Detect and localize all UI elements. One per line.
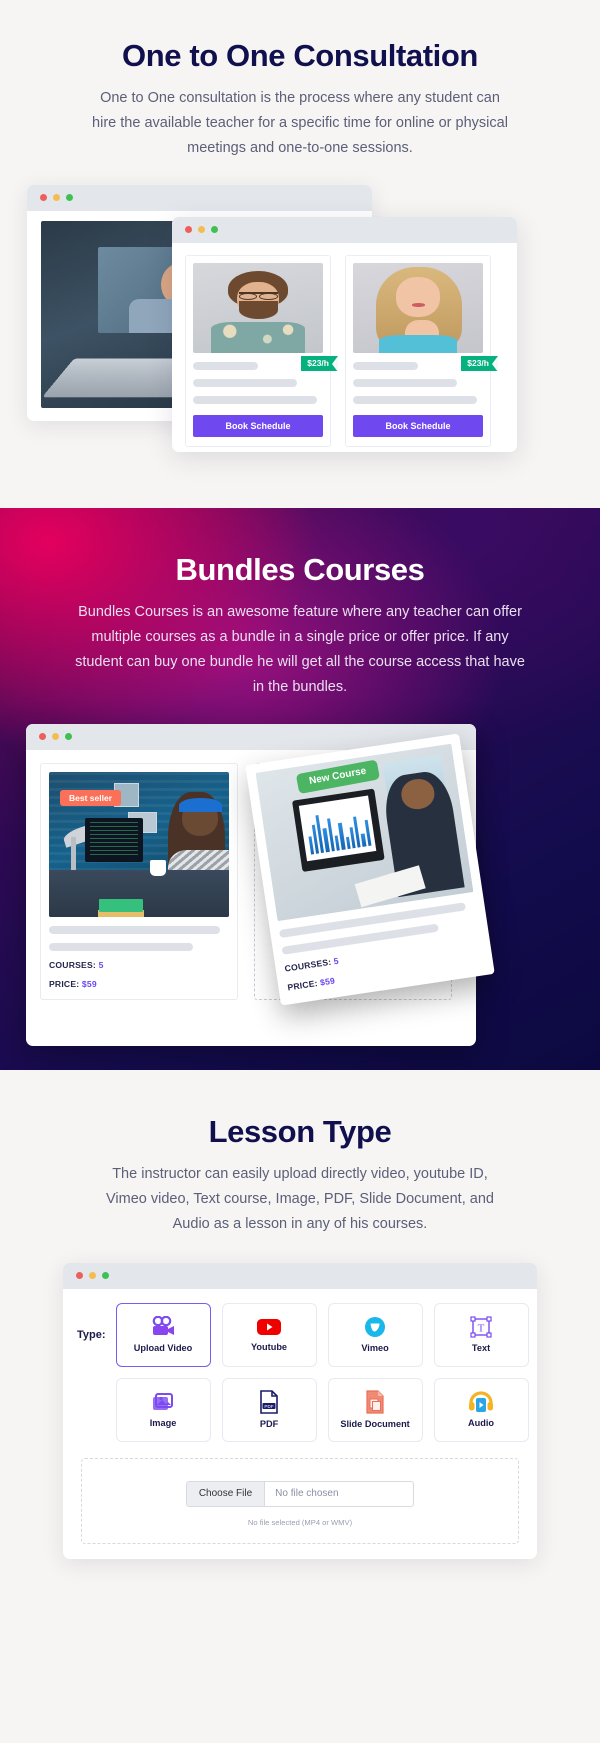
teacher-card[interactable]: $23/h Book Schedule [185,254,338,447]
placeholder-line [353,361,418,370]
bundle-price: PRICE: $59 [49,979,229,989]
window-maximize-dot[interactable] [211,226,218,234]
video-camera-icon [150,1316,176,1338]
placeholder-line [353,378,457,387]
lesson-type-tile-text[interactable]: T Text [433,1302,529,1367]
window-close-dot[interactable] [185,226,192,234]
lesson-type-section: Lesson Type The instructor can easily up… [0,1070,600,1743]
bundle-card[interactable]: Best seller COURSES: 5 PRICE: $59 [40,762,238,1000]
teacher-avatar [193,262,323,353]
window-title-bar [63,1262,537,1289]
slide-document-icon [365,1390,385,1414]
teachers-browser-window: $23/h Book Schedule $23/h Book Schedule [172,216,517,452]
consultation-mockup: $23/h Book Schedule $23/h Book Schedule [0,184,600,465]
placeholder-line [193,361,258,370]
price-label: PRICE: [286,977,319,993]
teacher-card[interactable]: $23/h Book Schedule [345,254,498,447]
best-seller-badge: Best seller [60,789,121,807]
lesson-type-tile-audio[interactable]: Audio [433,1377,529,1442]
svg-text:PDF: PDF [264,1404,273,1409]
book-schedule-button[interactable]: Book Schedule [353,414,483,437]
type-label: Type: [77,1328,106,1341]
bundles-description: Bundles Courses is an awesome feature wh… [75,604,525,695]
image-icon [151,1391,175,1413]
placeholder-line [49,942,193,951]
placeholder-line [193,378,297,387]
placeholder-line [193,395,317,404]
lesson-type-tile-vimeo[interactable]: Vimeo [327,1302,423,1367]
tile-label: Text [471,1343,491,1354]
teacher-avatar [353,262,483,353]
courses-value: 5 [98,959,104,970]
lesson-type-tile-upload-video[interactable]: Upload Video [115,1302,211,1367]
bundle-card-new-course[interactable]: New Course COURSES: 5 PRICE: $59 [245,733,495,1006]
tile-label: Image [149,1418,177,1429]
lesson-type-description: The instructor can easily upload directl… [106,1166,494,1232]
tile-label: Upload Video [133,1343,193,1354]
window-minimize-dot[interactable] [52,733,59,741]
file-input[interactable]: Choose File No file chosen [185,1480,415,1507]
placeholder-line [49,925,220,934]
courses-label: COURSES: [283,956,332,974]
courses-label: COURSES: [49,959,96,970]
lesson-type-tile-youtube[interactable]: Youtube [221,1302,317,1367]
lesson-type-tile-pdf[interactable]: PDF PDF [221,1377,317,1442]
price-value: $59 [81,978,97,989]
window-close-dot[interactable] [40,194,47,202]
courses-value: 5 [333,955,340,967]
bundle-courses-count: COURSES: 5 [49,960,229,970]
tile-label: PDF [259,1419,279,1430]
book-schedule-button[interactable]: Book Schedule [193,414,323,437]
headphones-icon [468,1391,494,1413]
pdf-file-icon: PDF [259,1390,279,1415]
bundles-title: Bundles Courses [175,552,425,587]
consultation-section: One to One Consultation One to One consu… [0,0,600,508]
lesson-type-browser-window: Type: Upload Video Youtube Vimeo T Text … [63,1262,537,1559]
youtube-icon [256,1317,282,1337]
lesson-type-tiles: Upload Video Youtube Vimeo T Text Image … [115,1302,529,1442]
upload-hint-text: No file selected (MP4 or WMV) [247,1517,353,1527]
vimeo-icon [364,1316,386,1338]
text-box-icon: T [470,1316,492,1338]
window-minimize-dot[interactable] [198,226,205,234]
tile-label: Youtube [250,1342,288,1353]
lesson-type-tile-image[interactable]: Image [115,1377,211,1442]
bundle-thumbnail: New Course [255,743,474,921]
price-badge: $23/h [301,355,338,372]
bundles-mockup: Best seller COURSES: 5 PRICE: $59 New Co… [0,723,600,1054]
tile-label: Slide Document [340,1419,410,1430]
window-close-dot[interactable] [39,733,46,741]
window-maximize-dot[interactable] [102,1272,109,1280]
price-badge: $23/h [461,355,498,372]
placeholder-line [353,395,477,404]
window-maximize-dot[interactable] [65,733,72,741]
window-maximize-dot[interactable] [66,194,73,202]
price-label: PRICE: [49,978,80,989]
window-title-bar [27,184,372,211]
price-value: $59 [319,975,336,988]
window-title-bar [172,216,517,243]
window-close-dot[interactable] [76,1272,83,1280]
bundle-thumbnail: Best seller [49,771,229,917]
window-minimize-dot[interactable] [53,194,60,202]
page-title: One to One Consultation [122,38,478,73]
choose-file-button[interactable]: Choose File [186,1481,266,1506]
file-status-text: No file chosen [275,1488,339,1500]
consultation-description: One to One consultation is the process w… [92,90,508,156]
window-minimize-dot[interactable] [89,1272,96,1280]
bundles-section: Bundles Courses Bundles Courses is an aw… [0,508,600,1070]
tile-label: Audio [468,1418,495,1429]
file-dropzone[interactable]: Choose File No file chosen No file selec… [81,1457,519,1544]
svg-text:T: T [478,1323,485,1335]
lesson-type-title: Lesson Type [208,1114,392,1149]
lesson-type-tile-slide-document[interactable]: Slide Document [327,1377,423,1442]
tile-label: Vimeo [361,1343,389,1354]
